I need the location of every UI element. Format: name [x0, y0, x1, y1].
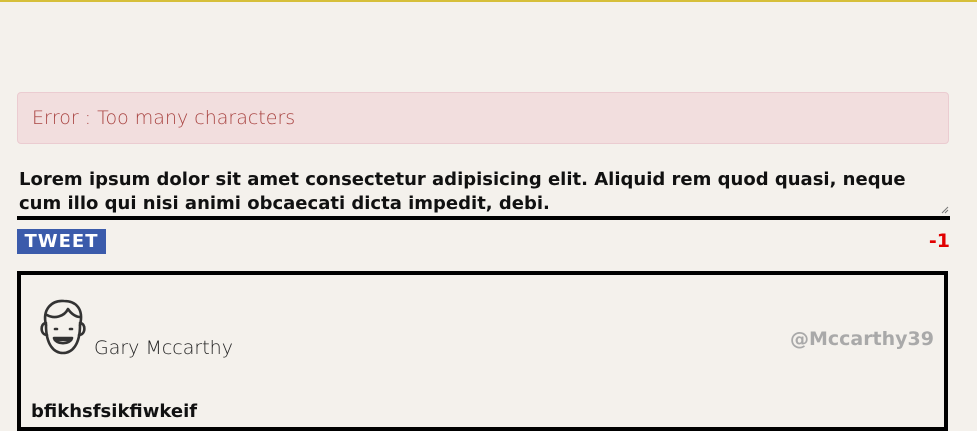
top-accent-rule	[0, 0, 977, 2]
smiling-boy-avatar-icon	[40, 299, 86, 355]
tweet-button[interactable]: TWEET	[17, 229, 106, 254]
error-alert: Error : Too many characters	[17, 92, 949, 144]
tweet-card: Gary Mccarthy @Mccarthy39 bfikhsfsikfiwk…	[17, 271, 948, 431]
tweet-composer-textarea[interactable]: Lorem ipsum dolor sit amet consectetur a…	[17, 164, 950, 220]
error-message: Error : Too many characters	[32, 107, 296, 129]
author-handle: @Mccarthy39	[789, 328, 934, 350]
tweet-content: bfikhsfsikfiwkeif	[31, 401, 198, 422]
composer-text[interactable]: Lorem ipsum dolor sit amet consectetur a…	[19, 168, 944, 216]
character-counter: -1	[928, 230, 950, 252]
resize-handle-icon[interactable]	[941, 206, 949, 214]
author-name: Gary Mccarthy	[94, 337, 233, 359]
